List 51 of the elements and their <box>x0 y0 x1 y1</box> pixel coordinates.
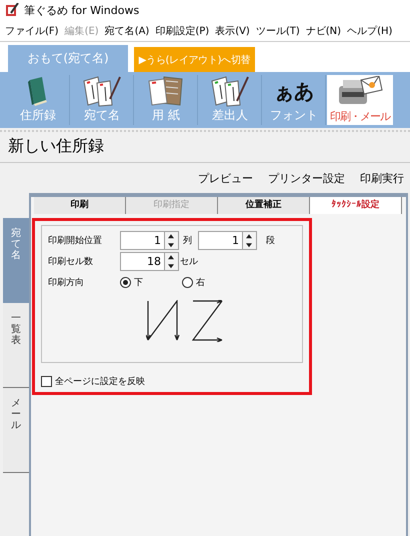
radio-button[interactable] <box>182 277 193 288</box>
side-tab[interactable]: 一覧表 <box>3 303 29 388</box>
app-icon <box>5 3 19 17</box>
toolbar-label: 宛て名 <box>84 107 120 124</box>
page-heading: 新しい住所録 <box>0 132 410 163</box>
toolbar-label: 住所録 <box>20 107 56 124</box>
menu-item[interactable]: 印刷設定(P) <box>154 24 214 38</box>
radio-label: 下 <box>134 277 143 289</box>
number-field[interactable]: 1 <box>198 231 243 250</box>
action-link[interactable]: プレビュー <box>198 171 253 186</box>
unit-label: 段 <box>266 234 275 247</box>
spin-buttons[interactable] <box>243 231 257 250</box>
spin-buttons[interactable] <box>165 252 179 271</box>
cards-pen-icon <box>210 75 250 107</box>
action-link[interactable]: 印刷実行 <box>360 171 404 186</box>
toolbar-button[interactable]: ぁあ フォント <box>263 75 326 125</box>
panel-tab[interactable]: 位置補正 <box>218 197 310 214</box>
menu-item[interactable]: ナビ(N) <box>304 24 346 38</box>
menu-item[interactable]: ツール(T) <box>254 24 305 38</box>
menu-item: 編集(E) <box>64 24 100 38</box>
checkbox-label: 全ページに設定を反映 <box>55 376 145 388</box>
field-label: 印刷方向 <box>48 276 85 289</box>
side-tab[interactable]: メール <box>3 388 29 473</box>
field-label: 印刷開始位置 <box>48 234 103 247</box>
menu-item[interactable]: ヘルプ(H) <box>346 24 398 38</box>
down-order-diagram <box>146 300 180 342</box>
toolbar-button[interactable]: 印刷・メール <box>327 75 393 125</box>
window-title: 筆ぐるめ for Windows <box>24 2 140 18</box>
number-field[interactable]: 18 <box>120 252 165 271</box>
toolbar-label: フォント <box>270 107 318 124</box>
cards-icon <box>82 75 122 107</box>
number-field[interactable]: 1 <box>120 231 165 250</box>
radio-label: 右 <box>196 276 205 289</box>
toolbar-label: 用 紙 <box>152 107 180 124</box>
unit-label: 列 <box>183 234 192 247</box>
unit-label: セル <box>180 256 198 268</box>
action-link[interactable]: プリンター設定 <box>268 171 345 186</box>
toolbar-label: 差出人 <box>212 107 248 124</box>
menu-item[interactable]: 宛て名(A) <box>104 24 154 38</box>
panel-tab[interactable]: 印刷 <box>34 197 126 214</box>
across-order-diagram <box>192 300 224 342</box>
panel-tab[interactable]: ﾀｯｸｼｰﾙ設定 <box>310 197 402 214</box>
spin-buttons[interactable] <box>165 231 179 250</box>
checkbox[interactable] <box>41 376 52 387</box>
book-icon <box>27 76 49 106</box>
menu-item[interactable]: ファイル(F) <box>4 24 64 38</box>
radio-button[interactable] <box>120 277 131 288</box>
font-icon: ぁあ <box>274 81 314 101</box>
field-label: 印刷セル数 <box>48 256 94 268</box>
toolbar-label: 印刷・メール <box>330 109 390 124</box>
menu-item[interactable]: 表示(V) <box>214 24 255 38</box>
